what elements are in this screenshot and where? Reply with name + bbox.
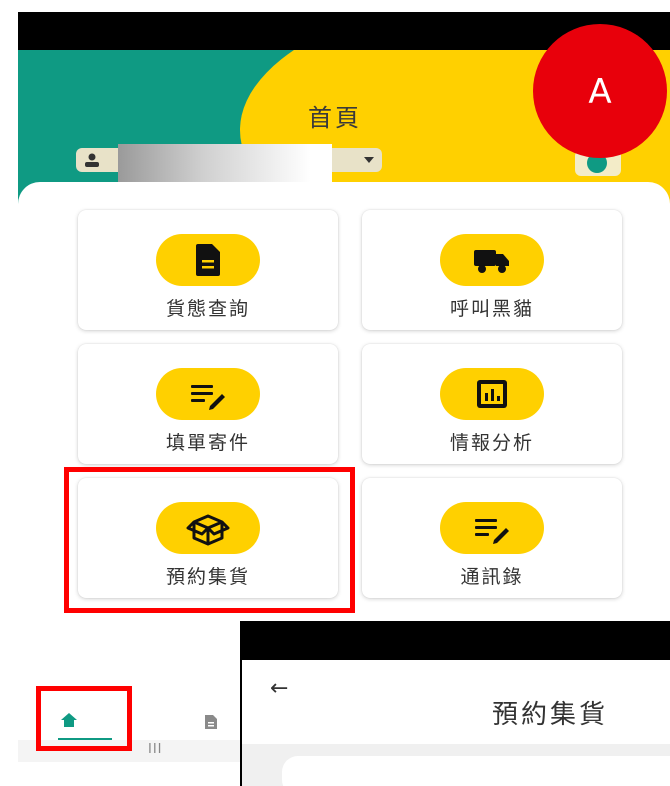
page-title: 首頁	[308, 104, 362, 132]
tile-icon-bg	[440, 368, 544, 420]
edit-list-icon	[475, 519, 509, 544]
tile-analytics[interactable]: 情報分析	[362, 344, 622, 464]
tile-label: 貨態查詢	[165, 298, 250, 320]
edit-list-icon	[191, 385, 225, 410]
tile-fill-form[interactable]: 填單寄件	[78, 344, 338, 464]
tile-call-pickup[interactable]: 呼叫黑貓	[362, 210, 622, 330]
user-icon	[85, 153, 99, 167]
tile-label: 情報分析	[449, 432, 534, 454]
tile-contacts[interactable]: 通訊錄	[362, 478, 622, 598]
tile-label: 通訊錄	[460, 566, 524, 588]
tile-label: 呼叫黑貓	[449, 298, 534, 320]
screen-title: 預約集貨	[492, 700, 609, 730]
tile-label: 填單寄件	[165, 432, 250, 454]
schedule-pickup-body: ← 預約集貨	[242, 660, 670, 786]
chart-icon	[477, 380, 507, 408]
recent-apps-button[interactable]: III	[148, 742, 163, 757]
annotation-badge: A	[533, 24, 667, 158]
document-icon	[196, 244, 220, 276]
tile-icon-bg	[156, 368, 260, 420]
user-selector[interactable]	[76, 144, 382, 184]
truck-icon	[474, 250, 509, 273]
badge-label: A	[588, 72, 612, 112]
highlight-home-tab	[36, 686, 132, 751]
tile-icon-bg	[440, 502, 544, 554]
schedule-pickup-screen: ← 預約集貨	[240, 621, 670, 786]
tile-icon-bg	[156, 234, 260, 286]
highlight-schedule-pickup	[64, 467, 355, 613]
document-icon[interactable]	[204, 714, 218, 730]
tile-tracking[interactable]: 貨態查詢	[78, 210, 338, 330]
chevron-down-icon	[364, 157, 374, 163]
back-arrow-icon[interactable]: ←	[270, 676, 288, 701]
form-card	[282, 756, 670, 786]
user-name-redacted	[118, 144, 332, 184]
tile-icon-bg	[440, 234, 544, 286]
